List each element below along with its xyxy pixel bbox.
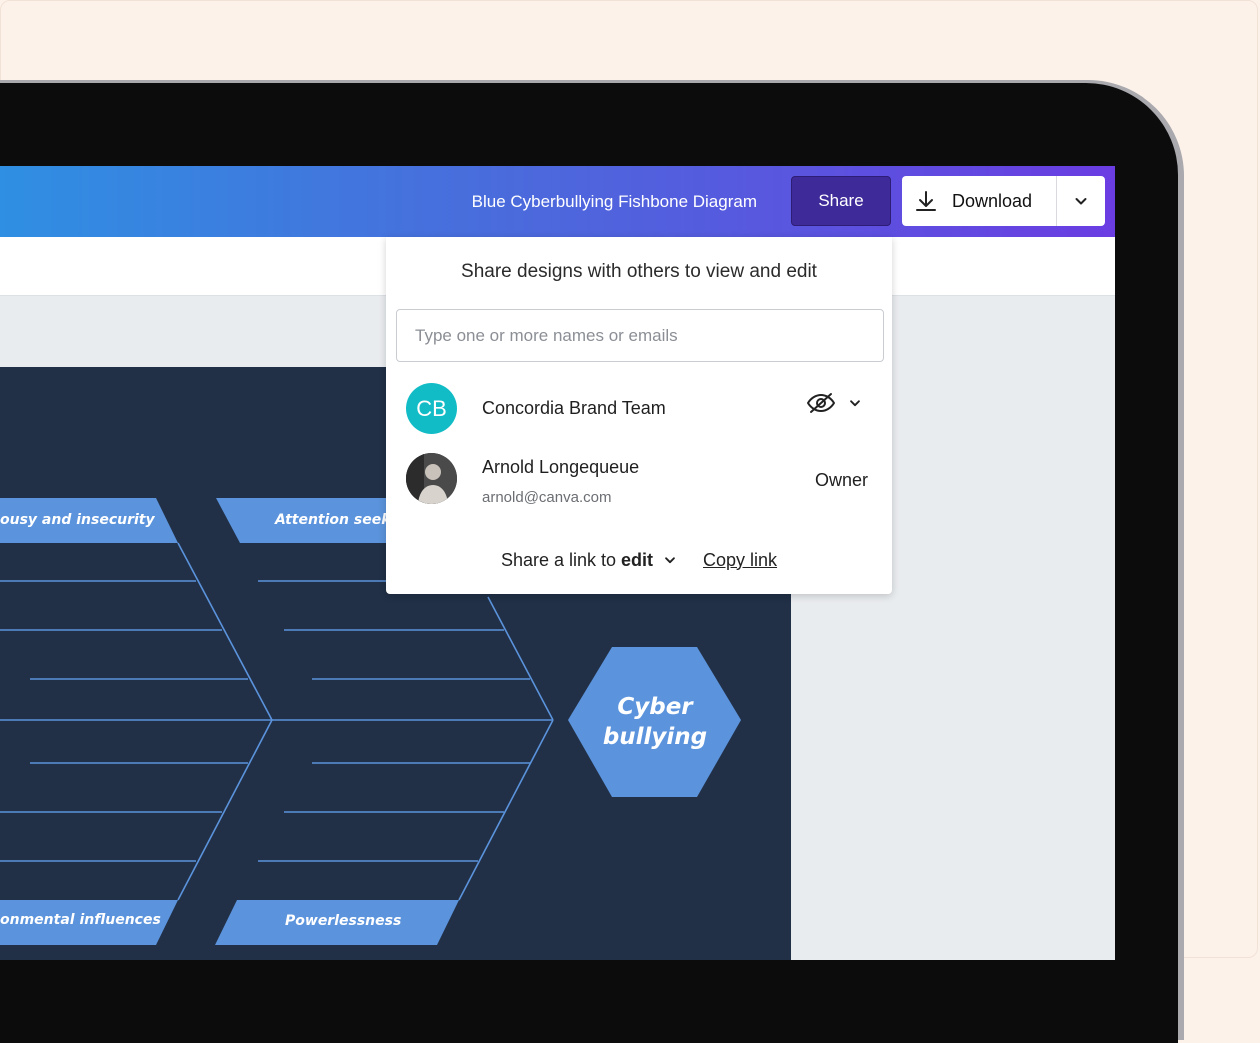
cause-label-bottom-left: onmental influences — [0, 912, 161, 928]
link-access-level: edit — [621, 549, 654, 570]
share-email-input[interactable] — [396, 309, 884, 362]
chevron-down-icon — [665, 557, 675, 564]
rib-line — [177, 542, 273, 721]
eye-off-icon — [807, 393, 835, 413]
share-link-row: Share a link to edit Copy link — [386, 548, 892, 572]
document-title[interactable]: Blue Cyberbullying Fishbone Diagram — [472, 192, 757, 212]
member-row-team: CB Concordia Brand Team — [386, 383, 892, 435]
rib-line — [487, 596, 554, 721]
download-button[interactable]: Download — [902, 176, 1056, 226]
member-row-owner: Arnold Longequeue arnold@canva.com Owner — [386, 453, 892, 506]
cause-label-top-right: Attention seeki — [274, 512, 396, 528]
download-button-group: Download — [902, 176, 1105, 226]
team-avatar: CB — [406, 383, 457, 434]
chevron-down-icon — [1075, 198, 1087, 205]
member-email: arnold@canva.com — [482, 489, 612, 506]
link-access-dropdown[interactable]: Share a link to edit — [501, 550, 703, 571]
rib-line — [177, 719, 273, 901]
share-button[interactable]: Share — [791, 176, 891, 226]
share-panel: Share designs with others to view and ed… — [386, 237, 892, 594]
share-panel-heading: Share designs with others to view and ed… — [461, 261, 817, 282]
rib-line — [458, 719, 554, 901]
user-avatar — [406, 453, 457, 504]
cause-label-bottom-right: Powerlessness — [285, 913, 401, 929]
user-photo — [406, 453, 457, 504]
editor-header: Blue Cyberbullying Fishbone Diagram Shar… — [0, 166, 1115, 237]
permission-dropdown[interactable] — [806, 391, 862, 415]
download-icon — [916, 191, 936, 211]
cause-label-top-left: ousy and insecurity — [0, 512, 155, 528]
chevron-down-icon — [850, 400, 860, 407]
link-prefix-text: Share a link to — [500, 549, 617, 570]
member-name: Arnold Longequeue — [482, 457, 640, 477]
fish-head-label-line1: Cyber — [617, 694, 694, 720]
copy-link-button[interactable]: Copy link — [703, 550, 777, 571]
fish-head-label-line2: bullying — [603, 724, 707, 750]
member-name: Concordia Brand Team — [482, 398, 666, 418]
owner-role-label: Owner — [814, 470, 868, 490]
download-options-button[interactable] — [1057, 176, 1105, 226]
fishbone-lines — [0, 542, 554, 901]
download-label: Download — [952, 190, 1033, 211]
fish-head-hexagon[interactable] — [568, 647, 741, 797]
